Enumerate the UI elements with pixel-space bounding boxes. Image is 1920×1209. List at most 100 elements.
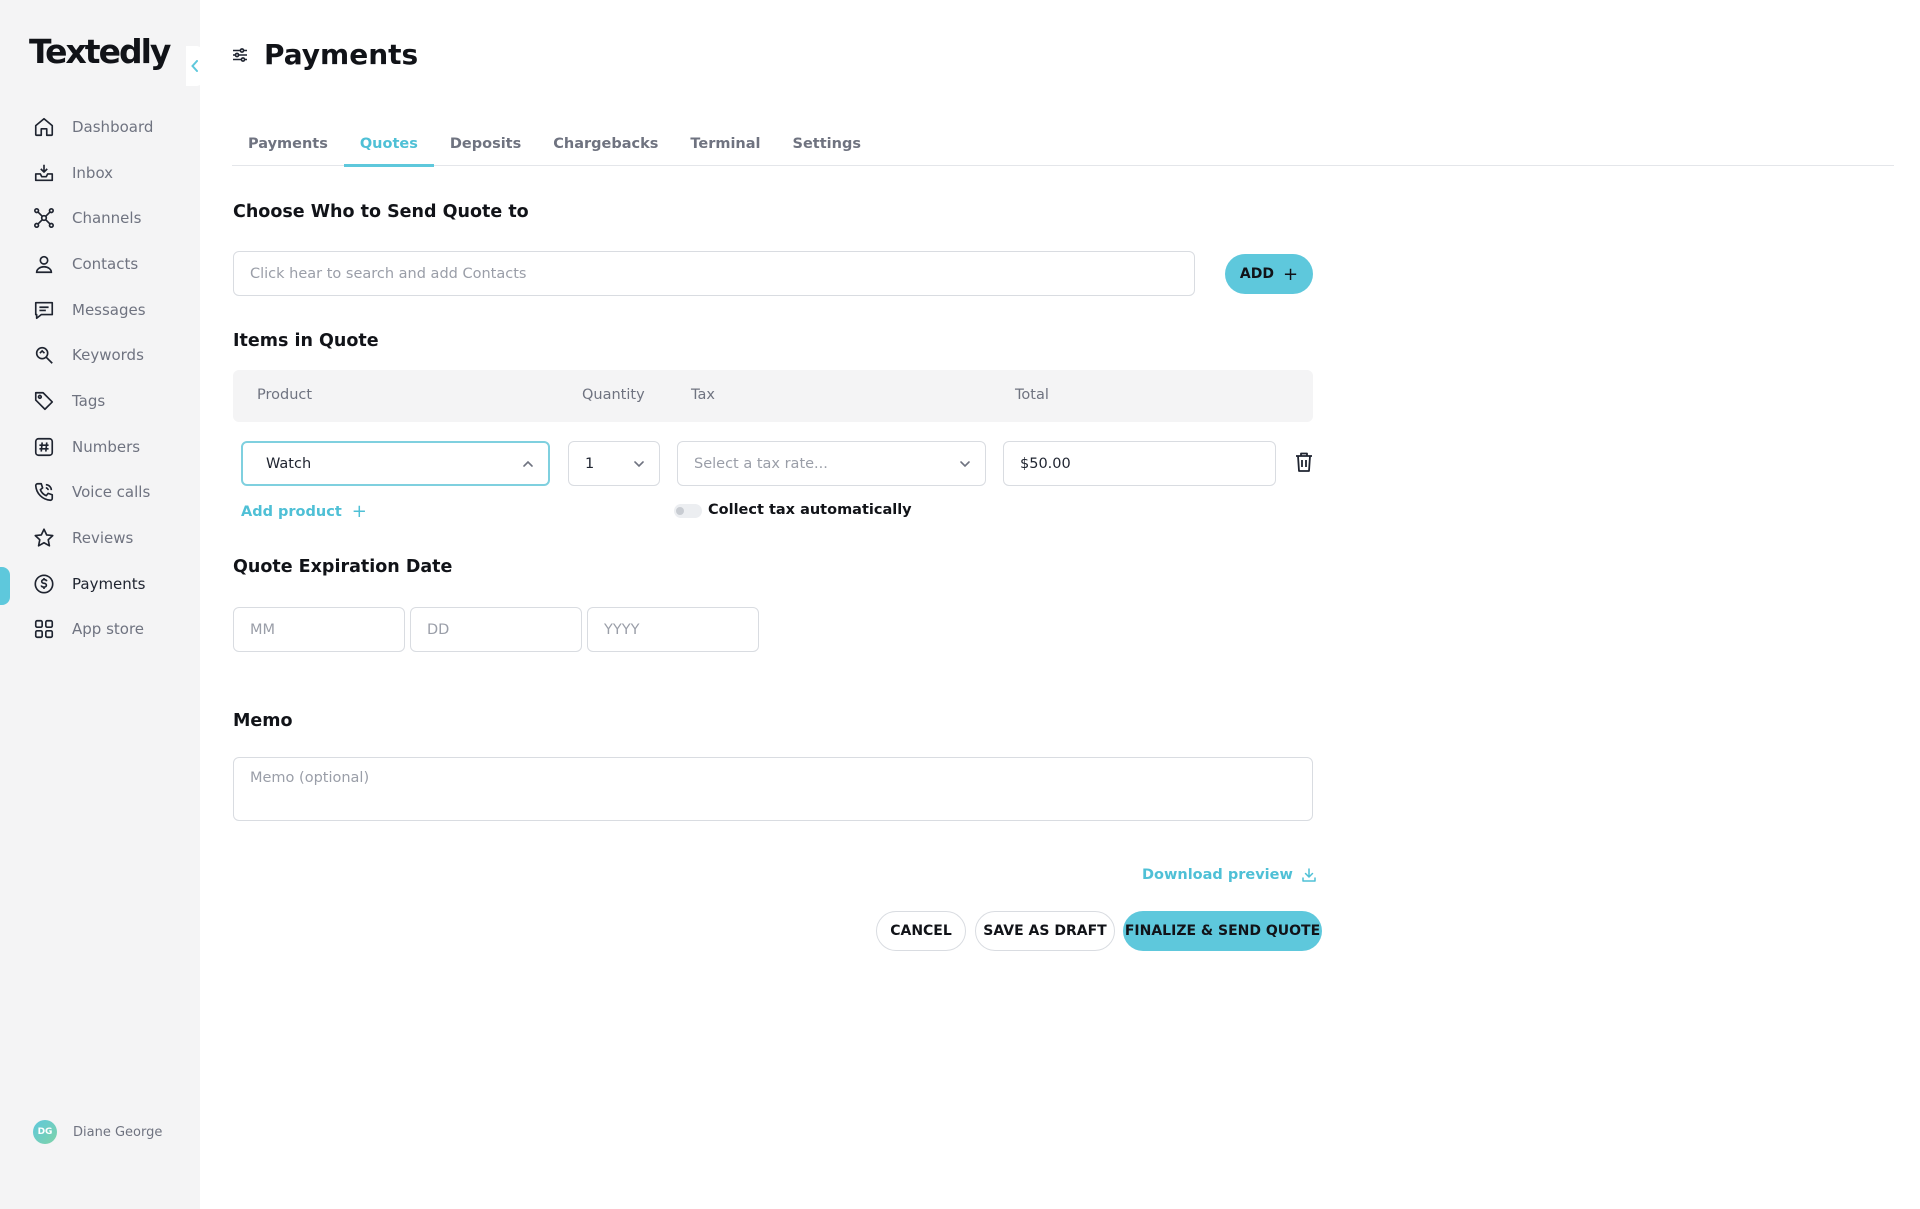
tab-bar: Payments Quotes Deposits Chargebacks Ter… bbox=[232, 128, 1894, 167]
expiration-day-input[interactable]: DD bbox=[410, 607, 582, 652]
plus-icon: + bbox=[1282, 263, 1299, 285]
sidebar-item-voice-calls[interactable]: Voice calls bbox=[0, 470, 200, 516]
column-header-quantity: Quantity bbox=[582, 387, 645, 403]
tab-deposits[interactable]: Deposits bbox=[434, 128, 537, 166]
sidebar-item-label: Voice calls bbox=[72, 483, 151, 502]
memo-title: Memo bbox=[233, 711, 293, 731]
tax-rate-select[interactable]: Select a tax rate... bbox=[677, 441, 986, 486]
download-icon bbox=[1302, 868, 1316, 882]
sidebar-item-label: Dashboard bbox=[72, 117, 154, 136]
sidebar-item-channels[interactable]: Channels bbox=[0, 195, 200, 241]
sidebar-item-label: Messages bbox=[72, 300, 146, 319]
chevron-down-icon bbox=[960, 460, 970, 467]
year-placeholder: YYYY bbox=[604, 621, 640, 638]
tab-quotes[interactable]: Quotes bbox=[343, 128, 434, 167]
expiration-month-input[interactable]: MM bbox=[233, 607, 405, 652]
page-header: Payments bbox=[232, 38, 418, 71]
sidebar-item-label: Payments bbox=[72, 574, 146, 593]
sidebar-item-tags[interactable]: Tags bbox=[0, 378, 200, 424]
sidebar-item-messages[interactable]: Messages bbox=[0, 287, 200, 333]
main-content: Payments Payments Quotes Deposits Charge… bbox=[200, 0, 1920, 1209]
sidebar-item-reviews[interactable]: Reviews bbox=[0, 515, 200, 561]
chevron-down-icon bbox=[634, 460, 644, 467]
recipients-title: Choose Who to Send Quote to bbox=[233, 202, 529, 222]
save-draft-label: SAVE AS DRAFT bbox=[983, 923, 1107, 939]
items-table-header: Product Quantity Tax Total bbox=[233, 370, 1313, 422]
avatar: DG bbox=[33, 1120, 57, 1144]
total-value: $50.00 bbox=[1020, 455, 1071, 472]
sidebar-item-dashboard[interactable]: Dashboard bbox=[0, 104, 200, 150]
sidebar-item-contacts[interactable]: Contacts bbox=[0, 241, 200, 287]
month-placeholder: MM bbox=[250, 621, 276, 638]
sidebar-item-label: Inbox bbox=[72, 163, 114, 182]
sidebar-item-label: Keywords bbox=[72, 346, 144, 365]
inbox-icon bbox=[32, 161, 56, 185]
day-placeholder: DD bbox=[427, 621, 450, 638]
user-name: Diane George bbox=[73, 1124, 163, 1140]
message-icon bbox=[32, 298, 56, 322]
sidebar-item-inbox[interactable]: Inbox bbox=[0, 150, 200, 196]
memo-textarea[interactable]: Memo (optional) bbox=[233, 757, 1313, 821]
finalize-send-quote-label: FINALIZE & SEND QUOTE bbox=[1124, 923, 1321, 939]
star-icon bbox=[32, 526, 56, 550]
items-title: Items in Quote bbox=[233, 331, 379, 351]
hash-icon bbox=[32, 435, 56, 459]
channels-icon bbox=[32, 206, 56, 230]
grid-icon bbox=[32, 617, 56, 641]
keyword-icon bbox=[32, 343, 56, 367]
download-preview-label: Download preview bbox=[1142, 867, 1293, 883]
collect-tax-label: Collect tax automatically bbox=[708, 502, 912, 518]
add-product-button[interactable]: Add product + bbox=[241, 501, 367, 522]
tab-settings[interactable]: Settings bbox=[777, 128, 877, 166]
add-contact-button[interactable]: ADD + bbox=[1225, 254, 1313, 294]
finalize-send-quote-button[interactable]: FINALIZE & SEND QUOTE bbox=[1123, 911, 1322, 951]
sidebar-item-keywords[interactable]: Keywords bbox=[0, 332, 200, 378]
dollar-icon bbox=[32, 572, 56, 596]
column-header-tax: Tax bbox=[691, 387, 715, 403]
sidebar-item-payments[interactable]: Payments bbox=[0, 561, 200, 607]
sidebar-item-app-store[interactable]: App store bbox=[0, 607, 200, 653]
product-select[interactable]: Watch bbox=[241, 441, 550, 486]
collect-tax-toggle[interactable] bbox=[674, 504, 702, 518]
user-profile[interactable]: DG Diane George bbox=[33, 1120, 162, 1144]
column-header-total: Total bbox=[1015, 387, 1049, 403]
product-value: Watch bbox=[266, 455, 312, 472]
active-indicator bbox=[0, 566, 10, 605]
trash-icon[interactable] bbox=[1293, 450, 1315, 474]
page-title: Payments bbox=[264, 38, 419, 71]
quantity-select[interactable]: 1 bbox=[568, 441, 660, 486]
column-header-product: Product bbox=[257, 387, 313, 403]
download-preview-link[interactable]: Download preview bbox=[1142, 867, 1317, 883]
sidebar-nav: Dashboard Inbox Channels Contacts Messag… bbox=[0, 104, 200, 652]
person-icon bbox=[32, 252, 56, 276]
sidebar-item-numbers[interactable]: Numbers bbox=[0, 424, 200, 470]
cancel-button[interactable]: CANCEL bbox=[876, 911, 966, 951]
chevron-up-icon bbox=[523, 460, 533, 467]
save-draft-button[interactable]: SAVE AS DRAFT bbox=[975, 911, 1115, 951]
quantity-value: 1 bbox=[585, 455, 595, 472]
chevron-left-icon bbox=[191, 60, 198, 72]
sidebar-item-label: Channels bbox=[72, 209, 142, 228]
sidebar-item-label: Numbers bbox=[72, 437, 141, 456]
total-input[interactable]: $50.00 bbox=[1003, 441, 1276, 486]
sidebar-item-label: App store bbox=[72, 620, 145, 639]
sidebar-item-label: Reviews bbox=[72, 529, 134, 548]
cancel-label: CANCEL bbox=[890, 923, 952, 939]
sidebar-item-label: Contacts bbox=[72, 254, 139, 273]
sidebar: Textedly Dashboard Inbox Channels Contac… bbox=[0, 0, 204, 1209]
phone-icon bbox=[32, 480, 56, 504]
tag-icon bbox=[32, 389, 56, 413]
tab-payments[interactable]: Payments bbox=[232, 128, 344, 166]
expiration-title: Quote Expiration Date bbox=[233, 557, 453, 577]
tab-terminal[interactable]: Terminal bbox=[674, 128, 776, 166]
sidebar-item-label: Tags bbox=[72, 391, 106, 410]
tax-rate-placeholder: Select a tax rate... bbox=[694, 455, 828, 472]
add-product-label: Add product bbox=[241, 503, 342, 520]
expiration-year-input[interactable]: YYYY bbox=[587, 607, 759, 652]
home-icon bbox=[32, 115, 56, 139]
filter-settings-icon[interactable] bbox=[232, 47, 248, 63]
plus-icon: + bbox=[351, 501, 367, 522]
tab-chargebacks[interactable]: Chargebacks bbox=[537, 128, 674, 166]
memo-placeholder: Memo (optional) bbox=[250, 770, 370, 786]
contact-search-input[interactable]: Click hear to search and add Contacts bbox=[233, 251, 1195, 296]
